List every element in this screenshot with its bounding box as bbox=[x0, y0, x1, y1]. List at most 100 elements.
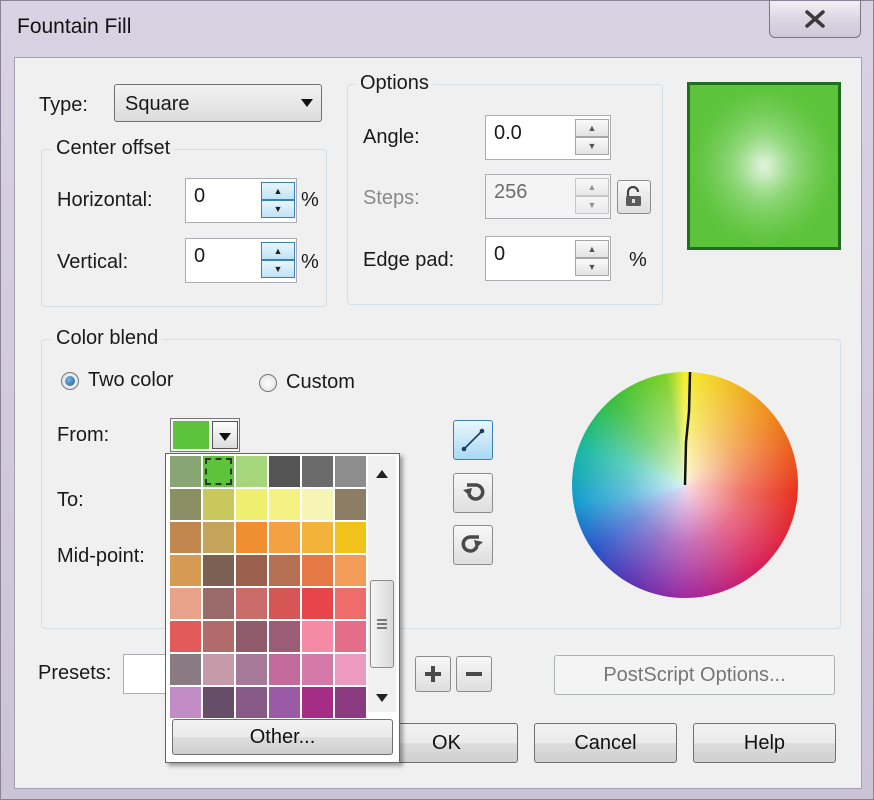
palette-swatch[interactable] bbox=[203, 489, 234, 520]
from-label: From: bbox=[57, 424, 110, 446]
scroll-down-icon[interactable] bbox=[376, 694, 388, 702]
remove-preset-button[interactable] bbox=[456, 656, 492, 692]
palette-swatch[interactable] bbox=[170, 489, 201, 520]
spin-up-icon[interactable]: ▲ bbox=[575, 178, 609, 196]
palette-swatch[interactable] bbox=[269, 456, 300, 487]
mid-point-label: Mid-point: bbox=[57, 545, 145, 567]
palette-swatch[interactable] bbox=[335, 687, 366, 718]
add-preset-button[interactable] bbox=[415, 656, 451, 692]
two-color-radio[interactable] bbox=[61, 372, 79, 390]
palette-swatch[interactable] bbox=[203, 621, 234, 652]
from-color-picker[interactable] bbox=[170, 418, 240, 452]
palette-swatch[interactable] bbox=[269, 621, 300, 652]
cancel-button[interactable]: Cancel bbox=[534, 723, 677, 763]
palette-swatch[interactable] bbox=[236, 456, 267, 487]
palette-swatch[interactable] bbox=[236, 522, 267, 553]
edge-pad-spinner[interactable]: ▲ ▼ bbox=[575, 240, 609, 276]
palette-swatch[interactable] bbox=[269, 489, 300, 520]
palette-swatch[interactable] bbox=[335, 588, 366, 619]
clockwise-icon bbox=[461, 535, 483, 553]
palette-swatch[interactable] bbox=[203, 588, 234, 619]
palette-swatch[interactable] bbox=[203, 654, 234, 685]
angle-spinner[interactable]: ▲ ▼ bbox=[575, 119, 609, 155]
type-label: Type: bbox=[39, 94, 88, 116]
close-button[interactable] bbox=[769, 1, 861, 38]
palette-swatch[interactable] bbox=[302, 555, 333, 586]
palette-swatch[interactable] bbox=[302, 489, 333, 520]
steps-spinner[interactable]: ▲ ▼ bbox=[575, 178, 609, 214]
lock-icon bbox=[626, 186, 641, 206]
palette-swatch[interactable] bbox=[335, 621, 366, 652]
scroll-thumb[interactable] bbox=[370, 580, 394, 668]
line-blend-button[interactable] bbox=[453, 420, 493, 460]
palette-swatch[interactable] bbox=[269, 687, 300, 718]
counterclockwise-blend-button[interactable] bbox=[453, 473, 493, 513]
type-dropdown[interactable]: Square bbox=[114, 84, 322, 122]
spin-up-icon[interactable]: ▲ bbox=[261, 242, 295, 260]
palette-swatch[interactable] bbox=[302, 588, 333, 619]
palette-swatch[interactable] bbox=[203, 687, 234, 718]
clockwise-blend-button[interactable] bbox=[453, 525, 493, 565]
palette-swatch[interactable] bbox=[302, 522, 333, 553]
palette-swatch[interactable] bbox=[269, 522, 300, 553]
spin-down-icon[interactable]: ▼ bbox=[261, 260, 295, 278]
palette-swatch[interactable] bbox=[236, 588, 267, 619]
from-dropdown-arrow[interactable] bbox=[212, 421, 238, 449]
palette-swatch[interactable] bbox=[302, 621, 333, 652]
color-blend-title: Color blend bbox=[52, 327, 163, 350]
palette-swatch[interactable] bbox=[335, 522, 366, 553]
vertical-spinner[interactable]: ▲ ▼ bbox=[261, 242, 295, 278]
palette-swatch[interactable] bbox=[236, 621, 267, 652]
palette-swatch[interactable] bbox=[236, 687, 267, 718]
palette-swatch[interactable] bbox=[203, 456, 234, 487]
chevron-down-icon bbox=[219, 433, 231, 441]
palette-swatch[interactable] bbox=[236, 489, 267, 520]
postscript-options-button[interactable]: PostScript Options... bbox=[554, 655, 835, 695]
spin-up-icon[interactable]: ▲ bbox=[575, 119, 609, 137]
options-title: Options bbox=[356, 72, 433, 95]
other-colors-button[interactable]: Other... bbox=[172, 719, 393, 755]
spin-down-icon[interactable]: ▼ bbox=[261, 200, 295, 218]
palette-swatch[interactable] bbox=[203, 522, 234, 553]
two-color-label: Two color bbox=[88, 369, 174, 391]
steps-label: Steps: bbox=[363, 187, 420, 209]
palette-swatch[interactable] bbox=[335, 489, 366, 520]
center-offset-group: Center offset bbox=[41, 137, 327, 307]
palette-swatch[interactable] bbox=[170, 588, 201, 619]
palette-swatch[interactable] bbox=[170, 555, 201, 586]
spin-up-icon[interactable]: ▲ bbox=[575, 240, 609, 258]
from-color-swatch bbox=[173, 421, 209, 449]
palette-grid bbox=[170, 456, 366, 718]
palette-swatch[interactable] bbox=[170, 654, 201, 685]
palette-swatch[interactable] bbox=[335, 555, 366, 586]
steps-lock-button[interactable] bbox=[617, 180, 651, 214]
palette-swatch[interactable] bbox=[302, 456, 333, 487]
palette-swatch[interactable] bbox=[236, 555, 267, 586]
palette-swatch[interactable] bbox=[269, 588, 300, 619]
scroll-up-icon[interactable] bbox=[376, 470, 388, 478]
palette-swatch[interactable] bbox=[269, 654, 300, 685]
palette-swatch[interactable] bbox=[170, 522, 201, 553]
palette-swatch[interactable] bbox=[170, 456, 201, 487]
palette-swatch[interactable] bbox=[302, 654, 333, 685]
spin-down-icon[interactable]: ▼ bbox=[575, 137, 609, 155]
palette-swatch[interactable] bbox=[335, 654, 366, 685]
blend-path-line bbox=[683, 372, 692, 486]
spin-down-icon[interactable]: ▼ bbox=[575, 196, 609, 214]
spin-up-icon[interactable]: ▲ bbox=[261, 182, 295, 200]
palette-swatch[interactable] bbox=[269, 555, 300, 586]
palette-swatch[interactable] bbox=[170, 687, 201, 718]
custom-radio[interactable] bbox=[259, 374, 277, 392]
palette-swatch[interactable] bbox=[170, 621, 201, 652]
horizontal-spinner[interactable]: ▲ ▼ bbox=[261, 182, 295, 218]
fill-preview bbox=[687, 82, 841, 250]
spin-down-icon[interactable]: ▼ bbox=[575, 258, 609, 276]
color-wheel[interactable] bbox=[572, 372, 798, 598]
palette-swatch[interactable] bbox=[335, 456, 366, 487]
palette-swatch[interactable] bbox=[302, 687, 333, 718]
palette-swatch[interactable] bbox=[203, 555, 234, 586]
help-button[interactable]: Help bbox=[693, 723, 836, 763]
palette-swatch[interactable] bbox=[236, 654, 267, 685]
horizontal-unit: % bbox=[301, 189, 319, 211]
palette-scrollbar[interactable] bbox=[368, 456, 396, 712]
